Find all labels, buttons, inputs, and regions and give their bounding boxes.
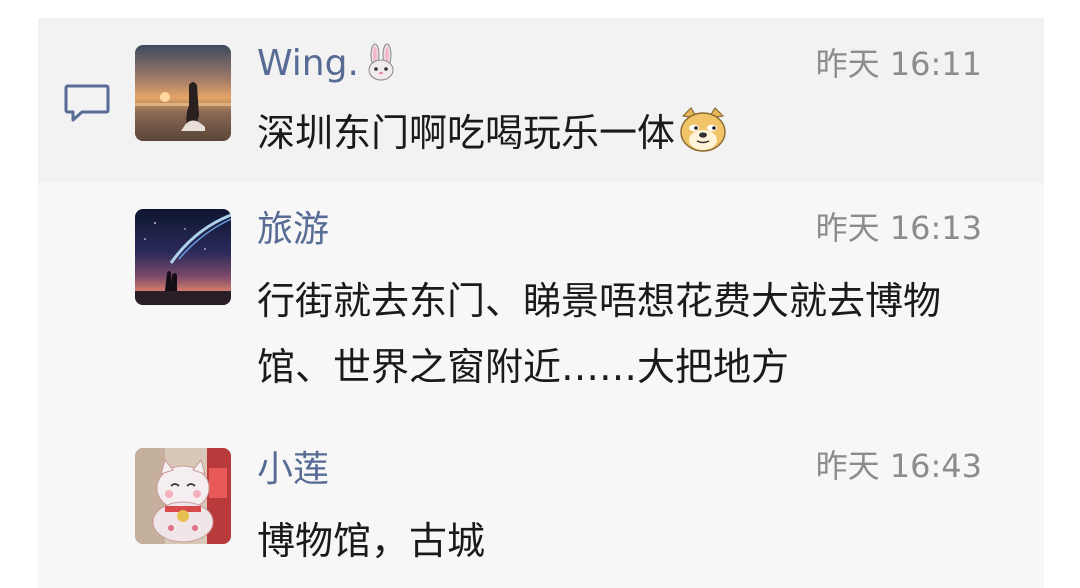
starry-sky-couple-avatar bbox=[135, 209, 231, 305]
comment-text[interactable]: 深圳东门啊吃喝玩乐一体 bbox=[257, 100, 997, 174]
comment-text[interactable]: 博物馆，古城 bbox=[257, 508, 997, 574]
sunset-silhouette-avatar bbox=[135, 45, 231, 141]
comment-bubble-icon[interactable] bbox=[62, 80, 112, 124]
doge-face-icon bbox=[677, 106, 729, 174]
commenter-name[interactable]: Wing. bbox=[257, 42, 401, 94]
comment-time: 昨天 16:43 bbox=[815, 447, 982, 485]
lucky-cat-avatar bbox=[135, 448, 231, 544]
comment-text-content: 深圳东门啊吃喝玩乐一体 bbox=[257, 111, 676, 155]
avatar[interactable] bbox=[135, 45, 231, 141]
avatar[interactable] bbox=[135, 448, 231, 544]
commenter-name[interactable]: 小莲 bbox=[257, 448, 329, 492]
avatar[interactable] bbox=[135, 209, 231, 305]
rabbit-face-icon bbox=[361, 43, 401, 94]
commenter-name-text[interactable]: Wing. bbox=[257, 43, 359, 84]
comment-text[interactable]: 行街就去东门、睇景唔想花费大就去博物馆、世界之窗附近……大把地方 bbox=[257, 268, 997, 400]
comment-time: 昨天 16:13 bbox=[815, 209, 982, 247]
commenter-name[interactable]: 旅游 bbox=[257, 208, 329, 252]
comment-time: 昨天 16:11 bbox=[815, 45, 982, 83]
